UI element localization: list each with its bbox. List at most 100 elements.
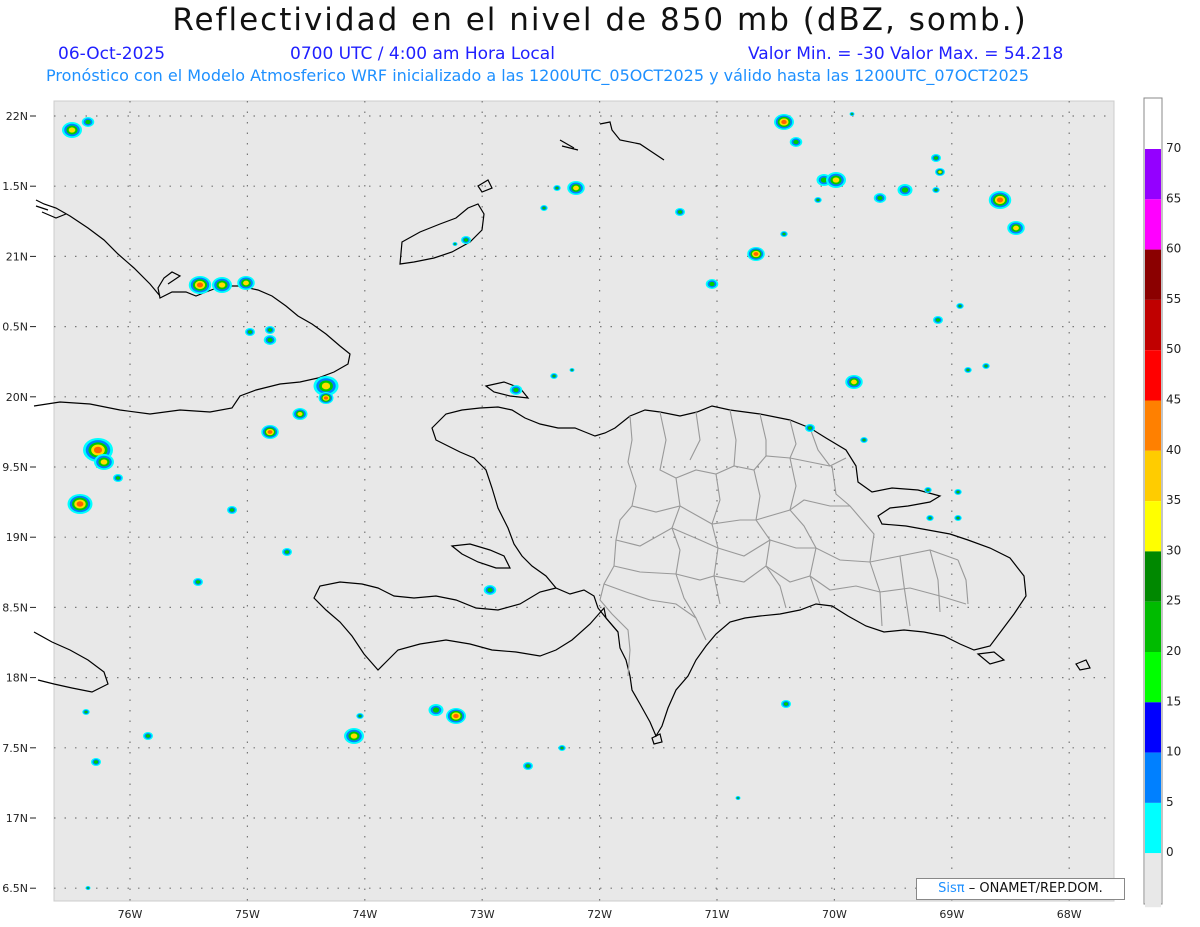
echo-cell — [735, 796, 741, 800]
colorbar-segment — [1145, 702, 1161, 753]
sispi-logo: Sisπ — [938, 881, 965, 896]
colorbar-label: 55 — [1166, 292, 1181, 306]
colorbar-segment — [1145, 601, 1161, 652]
colorbar-segment — [1145, 400, 1161, 451]
echo-cell — [212, 277, 232, 293]
colorbar-segment — [1145, 752, 1161, 803]
echo-cell — [954, 515, 962, 521]
colorbar-label: 50 — [1166, 342, 1181, 356]
lat-tick-label: 17N — [6, 812, 28, 825]
echo-cell — [245, 328, 255, 336]
lon-tick-label: 75W — [235, 908, 260, 921]
echo-cell — [988, 191, 1012, 209]
credit-text: – ONAMET/REP.DOM. — [968, 881, 1103, 896]
lat-tick-label: 18N — [6, 672, 28, 685]
colorbar-segment — [1145, 501, 1161, 552]
colorbar-label: 40 — [1166, 443, 1181, 457]
colorbar-segment — [1145, 199, 1161, 250]
echo-cell — [237, 276, 255, 290]
lat-tick-label: 8.5N — [2, 601, 28, 614]
colorbar-label: 60 — [1166, 242, 1181, 256]
lat-tick-label: 21N — [6, 250, 28, 263]
credit-box: Sisπ – ONAMET/REP.DOM. — [916, 878, 1125, 900]
echo-cell — [924, 487, 932, 493]
echo-cell — [781, 700, 791, 708]
lon-tick-label: 71W — [705, 908, 730, 921]
echo-cell — [826, 172, 846, 188]
echo-cell — [263, 335, 277, 345]
echo-cell — [85, 886, 91, 890]
lat-tick-label: 7.5N — [2, 742, 28, 755]
echo-cell — [62, 122, 82, 138]
lat-tick-label: 1.5N — [2, 180, 28, 193]
echo-cell — [926, 515, 934, 521]
echo-cell — [82, 709, 90, 715]
echo-cell — [540, 205, 548, 211]
lat-tick-label: 9.5N — [2, 461, 28, 474]
colorbar-label: 30 — [1166, 543, 1181, 557]
echo-cell — [261, 425, 279, 439]
echo-cell — [292, 408, 308, 420]
colorbar-segment — [1145, 802, 1161, 854]
echo-cell — [461, 236, 471, 244]
colorbar-label: 70 — [1166, 141, 1181, 155]
echo-cell — [814, 197, 822, 203]
echo-cell — [265, 326, 275, 334]
echo-cell — [428, 704, 444, 716]
colorbar-label: 20 — [1166, 644, 1181, 658]
reflectivity-map: 76W 75W 74W 73W 72W 71W 70W 69W 68W 22N 1.5N 21N 0.5… — [2, 97, 1181, 921]
echo-cell — [318, 392, 334, 404]
echo-cell — [509, 385, 523, 395]
lat-tick-label: 0.5N — [2, 321, 28, 334]
echo-cell — [483, 585, 497, 595]
colorbar-label: 15 — [1166, 694, 1181, 708]
lat-tick-label: 19N — [6, 531, 28, 544]
colorbar-label: 45 — [1166, 393, 1181, 407]
lon-tick-label: 74W — [352, 908, 377, 921]
echo-cell — [933, 316, 943, 324]
colorbar-label: 5 — [1166, 795, 1174, 809]
echo-cell — [356, 713, 364, 719]
echo-cell — [113, 474, 123, 482]
lon-tick-label: 72W — [587, 908, 612, 921]
colorbar-segment — [1145, 652, 1161, 703]
colorbar-label: 25 — [1166, 594, 1181, 608]
lat-tick-label: 22N — [6, 110, 28, 123]
echo-cell — [964, 367, 972, 373]
colorbar-segment — [1145, 149, 1161, 200]
echo-cell — [446, 708, 466, 724]
colorbar-segment — [1145, 299, 1161, 351]
lat-tick-label: 20N — [6, 391, 28, 404]
echo-cell — [553, 185, 561, 191]
echo-cell — [780, 231, 788, 237]
lon-tick-label: 73W — [470, 908, 495, 921]
echo-cell — [567, 181, 585, 195]
echo-cell — [558, 745, 566, 751]
colorbar-label: 35 — [1166, 493, 1181, 507]
echo-cell — [188, 276, 212, 294]
echo-cell — [849, 112, 855, 116]
lat-tick-label: 6.5N — [2, 882, 28, 895]
echo-cell — [747, 247, 765, 261]
echo-cell — [932, 187, 940, 193]
echo-cell — [81, 117, 95, 127]
echo-cell — [805, 424, 815, 432]
echo-cell — [860, 437, 868, 443]
echo-cell — [982, 363, 990, 369]
echo-cell — [789, 137, 803, 147]
colorbar: 7065605550454035302520151050 — [1143, 97, 1181, 908]
echo-cell — [67, 494, 93, 514]
colorbar-segment — [1145, 551, 1161, 602]
colorbar-label: 0 — [1166, 845, 1174, 859]
colorbar-label: 10 — [1166, 745, 1181, 759]
lon-tick-label: 70W — [822, 908, 847, 921]
echo-cell — [1007, 221, 1025, 235]
lon-tick-label: 68W — [1057, 908, 1082, 921]
lon-tick-label: 76W — [118, 908, 143, 921]
echo-cell — [705, 279, 719, 289]
echo-cell — [774, 114, 794, 130]
echo-cell — [569, 368, 575, 372]
echo-cell — [193, 578, 203, 586]
echo-cell — [91, 758, 101, 766]
echo-cell — [143, 732, 153, 740]
